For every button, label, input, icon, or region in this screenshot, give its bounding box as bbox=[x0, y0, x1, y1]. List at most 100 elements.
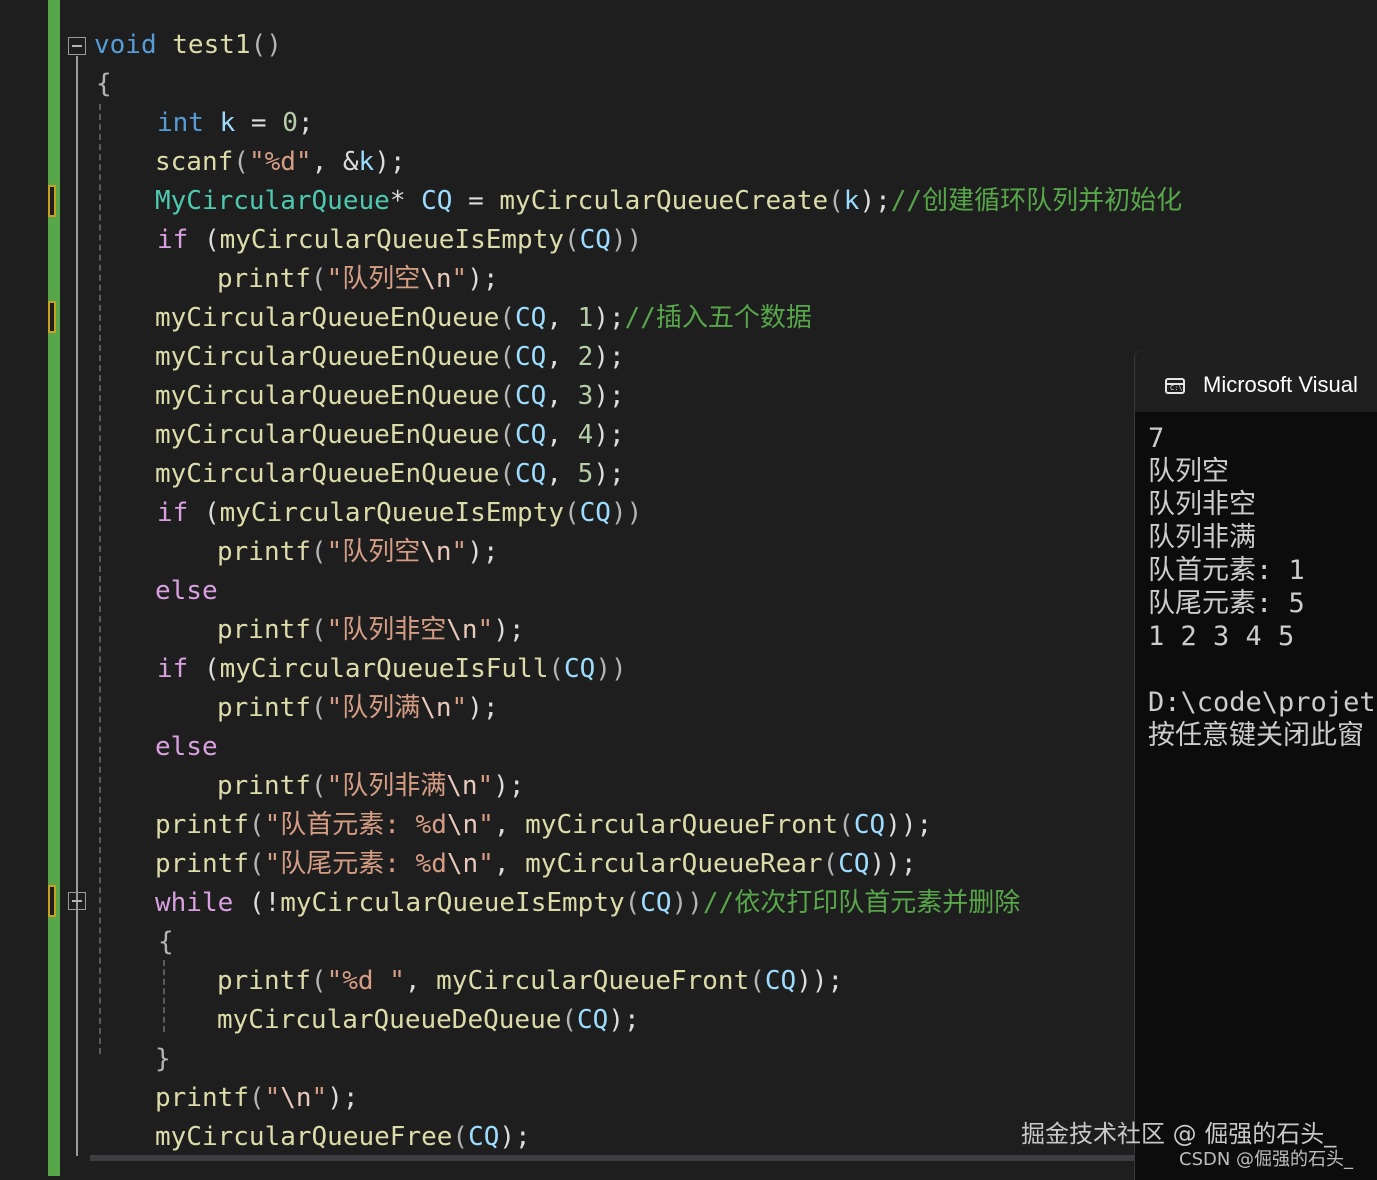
code-token: )); bbox=[869, 849, 917, 879]
code-token: " bbox=[451, 264, 468, 294]
collapse-while-block-icon[interactable] bbox=[68, 892, 86, 910]
code-line[interactable]: printf("\n"); bbox=[155, 1079, 359, 1118]
watermark-juejin: 掘金技术社区 @ 倔强的石头_ bbox=[1021, 1120, 1337, 1148]
code-token: \n bbox=[446, 810, 479, 840]
console-window[interactable]: C:\ Microsoft Visual 7 队列空 队列非空 队列非满 队首元素: 1… bbox=[1135, 350, 1377, 1180]
code-token: CQ bbox=[579, 225, 611, 255]
code-line[interactable]: scanf("%d", &k); bbox=[155, 143, 406, 182]
code-line[interactable]: myCircularQueueFree(CQ); bbox=[155, 1118, 531, 1157]
code-token: ); bbox=[374, 147, 406, 177]
unsaved-change-marker bbox=[48, 185, 56, 217]
console-titlebar[interactable]: C:\ Microsoft Visual bbox=[1135, 350, 1377, 412]
code-token: { bbox=[158, 927, 174, 957]
code-token: , bbox=[546, 381, 578, 411]
code-line[interactable]: printf("队列空\n"); bbox=[217, 260, 499, 299]
code-token: , bbox=[546, 342, 578, 372]
code-token: ; bbox=[297, 108, 314, 138]
code-token: myCircularQueueRear bbox=[525, 849, 823, 879]
console-output-line: D:\code\projete bbox=[1148, 687, 1377, 718]
console-output-line: 队列空 bbox=[1148, 456, 1229, 487]
code-token: , bbox=[546, 303, 578, 333]
code-token: CQ bbox=[838, 849, 870, 879]
code-token: myCircularQueueEnQueue bbox=[155, 381, 500, 411]
code-line[interactable]: else bbox=[155, 572, 218, 611]
code-token: 2 bbox=[577, 342, 594, 372]
code-line[interactable]: myCircularQueueEnQueue(CQ, 4); bbox=[155, 416, 625, 455]
code-token: void bbox=[94, 30, 157, 60]
code-token: printf bbox=[217, 966, 311, 996]
code-line[interactable]: printf("队尾元素: %d\n", myCircularQueueRear… bbox=[155, 845, 917, 884]
code-token: CQ bbox=[515, 381, 547, 411]
code-line[interactable]: int k = 0; bbox=[157, 104, 314, 143]
code-line[interactable]: myCircularQueueDeQueue(CQ); bbox=[217, 1001, 640, 1040]
code-token: ( bbox=[838, 810, 854, 840]
code-token: 4 bbox=[577, 420, 594, 450]
code-line[interactable]: { bbox=[96, 65, 112, 104]
code-token: scanf bbox=[155, 147, 234, 177]
code-token: ( bbox=[749, 966, 765, 996]
code-line[interactable]: printf("%d ", myCircularQueueFront(CQ)); bbox=[217, 962, 843, 1001]
code-line[interactable]: myCircularQueueEnQueue(CQ, 3); bbox=[155, 377, 625, 416]
code-token: )) bbox=[595, 654, 627, 684]
code-line[interactable]: { bbox=[158, 923, 174, 962]
code-token: ); bbox=[859, 186, 891, 216]
collapse-function-icon[interactable] bbox=[68, 37, 86, 55]
code-token: CQ bbox=[564, 654, 596, 684]
code-token: k bbox=[219, 108, 236, 138]
code-line[interactable]: void test1() bbox=[94, 26, 282, 65]
code-token: , bbox=[404, 966, 437, 996]
code-token: } bbox=[155, 1044, 171, 1074]
code-token: (! bbox=[233, 888, 281, 918]
code-token: //插入五个数据 bbox=[624, 303, 812, 333]
code-token: 0 bbox=[282, 108, 298, 138]
code-token: CQ bbox=[640, 888, 672, 918]
code-token: ); bbox=[467, 537, 499, 567]
code-line[interactable]: printf("队列非满\n"); bbox=[217, 767, 525, 806]
code-token: ( bbox=[188, 498, 220, 528]
code-token: , & bbox=[311, 147, 359, 177]
code-token: "队列满 bbox=[326, 693, 421, 723]
code-token: ); bbox=[493, 771, 525, 801]
code-line[interactable]: myCircularQueueEnQueue(CQ, 2); bbox=[155, 338, 625, 377]
code-line[interactable]: printf("队列空\n"); bbox=[217, 533, 499, 572]
code-line[interactable]: while (!myCircularQueueIsEmpty(CQ))//依次打… bbox=[155, 884, 1020, 923]
code-token: ( bbox=[188, 654, 220, 684]
code-line[interactable]: printf("队列满\n"); bbox=[217, 689, 499, 728]
code-line[interactable]: if (myCircularQueueIsEmpty(CQ)) bbox=[157, 221, 642, 260]
code-token: ( bbox=[564, 225, 580, 255]
code-token: ); bbox=[327, 1083, 359, 1113]
code-token: printf bbox=[155, 1083, 249, 1113]
code-token: printf bbox=[217, 615, 311, 645]
console-output-line: 队首元素: 1 bbox=[1148, 555, 1305, 586]
code-line[interactable]: myCircularQueueEnQueue(CQ, 1);//插入五个数据 bbox=[155, 299, 812, 338]
unsaved-change-marker bbox=[48, 301, 56, 333]
changes-indicator-bar bbox=[48, 0, 60, 1176]
code-line[interactable]: printf("队首元素: %d\n", myCircularQueueFron… bbox=[155, 806, 932, 845]
horizontal-scrollbar[interactable] bbox=[90, 1155, 1135, 1161]
fold-region-line bbox=[76, 56, 78, 1156]
code-token: )); bbox=[885, 810, 933, 840]
code-line[interactable]: } bbox=[155, 1040, 171, 1079]
code-token: printf bbox=[217, 537, 311, 567]
code-line[interactable]: printf("队列非空\n"); bbox=[217, 611, 525, 650]
code-line[interactable]: if (myCircularQueueIsFull(CQ)) bbox=[157, 650, 627, 689]
code-token: myCircularQueueFree bbox=[155, 1122, 453, 1152]
code-token: ); bbox=[593, 303, 625, 333]
code-token: ( bbox=[248, 849, 265, 879]
code-token: myCircularQueueEnQueue bbox=[155, 342, 500, 372]
code-token: CQ bbox=[579, 498, 611, 528]
code-token: printf bbox=[217, 771, 311, 801]
code-token: CQ bbox=[515, 303, 547, 333]
code-line[interactable]: MyCircularQueue* CQ = myCircularQueueCre… bbox=[155, 182, 1182, 221]
code-token: ( bbox=[499, 420, 516, 450]
code-token: ); bbox=[593, 381, 625, 411]
code-line[interactable]: else bbox=[155, 728, 218, 767]
code-token: , bbox=[546, 459, 578, 489]
code-line[interactable]: myCircularQueueEnQueue(CQ, 5); bbox=[155, 455, 625, 494]
code-line[interactable]: if (myCircularQueueIsEmpty(CQ)) bbox=[157, 494, 642, 533]
code-token: ( bbox=[248, 1083, 265, 1113]
code-token: , bbox=[493, 849, 526, 879]
code-token: " bbox=[264, 1083, 281, 1113]
code-token: CQ bbox=[421, 186, 453, 216]
